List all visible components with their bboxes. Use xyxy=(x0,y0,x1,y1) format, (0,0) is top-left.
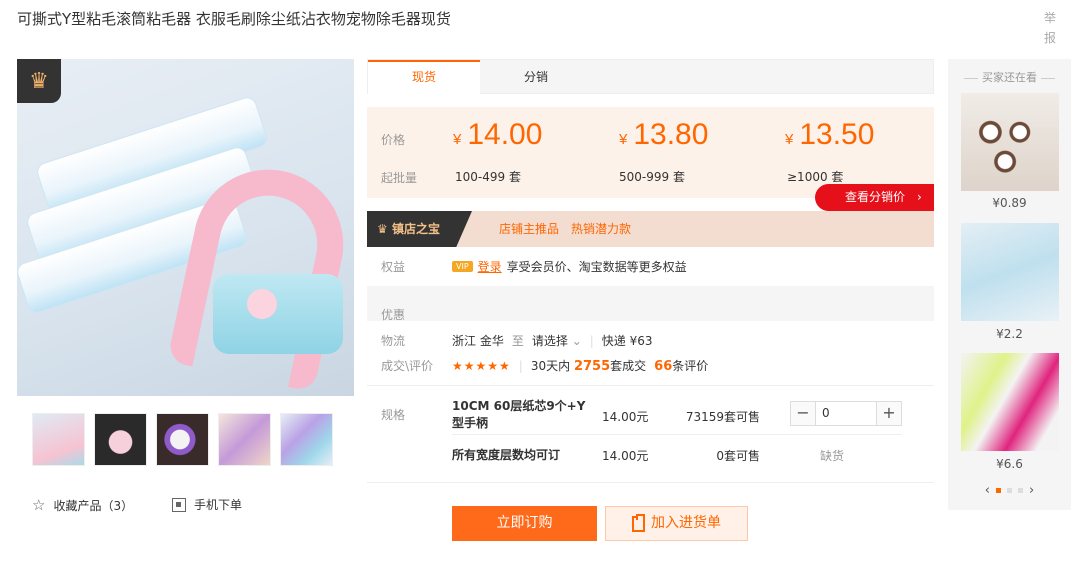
logistics-label: 物流 xyxy=(381,334,406,348)
chevron-down-icon: ⌄ xyxy=(571,334,582,348)
rail-price-1: ¥0.89 xyxy=(992,196,1027,210)
product-roller-image xyxy=(213,274,343,354)
rail-product-image-2[interactable] xyxy=(961,223,1059,321)
spec-name-2: 所有宽度层数均可订 xyxy=(452,448,561,462)
pager-dot[interactable] xyxy=(1018,488,1023,493)
rail-product-image-1[interactable] xyxy=(961,93,1059,191)
deal-count: 30天内 2755套成交 xyxy=(530,359,647,374)
main-product-image[interactable]: ♛ xyxy=(17,59,354,396)
spec-name-1: 10CM 60层纸芯9个+Y型手柄 xyxy=(452,399,586,430)
thumbnail-2[interactable] xyxy=(94,413,147,466)
reviews-row: ★★★★★ | 30天内 2755套成交 66条评价 xyxy=(452,357,708,375)
pager-dot-active[interactable] xyxy=(996,488,1001,493)
minus-button[interactable]: − xyxy=(791,402,815,425)
destination-select[interactable]: 请选择 ⌄ xyxy=(532,332,582,349)
spec-price-1: 14.00元 xyxy=(602,410,649,424)
qty-range-2: 500-999 套 xyxy=(619,170,685,184)
promo-band xyxy=(367,286,934,321)
ship-from: 浙江 金华 xyxy=(452,334,504,348)
out-of-stock-label: 缺货 xyxy=(820,449,845,463)
view-distribution-price-button[interactable]: 查看分销价 › xyxy=(815,184,934,211)
price-label: 价格 xyxy=(381,133,406,147)
to-word: 至 xyxy=(511,334,524,348)
mobile-order-button[interactable]: 手机下单 xyxy=(172,496,242,513)
thumbnail-4[interactable] xyxy=(218,413,271,466)
plus-button[interactable]: + xyxy=(877,402,901,425)
page-title: 可撕式Y型粘毛滚筒粘毛器 衣服毛刷除尘纸沾衣物宠物除毛器现货 xyxy=(17,10,451,28)
rail-price-2: ¥2.2 xyxy=(996,327,1023,341)
rail-title: 买家还在看 xyxy=(948,69,1071,85)
clipboard-icon xyxy=(632,513,645,532)
star-outline-icon: ☆ xyxy=(32,496,46,514)
moq-label: 起批量 xyxy=(381,171,418,185)
spec-label: 规格 xyxy=(381,408,406,422)
treasure-text: 店铺主推品 热销潜力款 xyxy=(499,222,632,236)
rail-product-image-3[interactable] xyxy=(961,353,1059,451)
report-link[interactable]: 举报 xyxy=(1043,8,1057,48)
rights-text: 享受会员价、淘宝数据等更多权益 xyxy=(506,260,687,274)
crown-icon: ♛ xyxy=(17,59,61,103)
order-now-button[interactable]: 立即订购 xyxy=(452,506,597,541)
vip-badge: VIP xyxy=(452,261,473,272)
spec-stock-2: 0套可售 xyxy=(716,449,760,463)
price-tier-2: ¥13.80 xyxy=(619,118,709,151)
section-divider xyxy=(367,385,934,386)
spec-price-2: 14.00元 xyxy=(602,449,649,463)
shop-treasure-banner: ♛ 镇店之宝 店铺主推品 热销潜力款 xyxy=(367,211,934,247)
add-to-cart-label: 加入进货单 xyxy=(651,515,721,531)
add-to-cart-button[interactable]: 加入进货单 xyxy=(605,506,748,541)
tab-bar: 现货 分销 xyxy=(367,59,934,94)
favorite-label: 收藏产品（3） xyxy=(53,498,134,513)
rail-price-3: ¥6.6 xyxy=(996,457,1023,471)
product-decoration xyxy=(247,289,277,319)
price-tier-3: ¥13.50 xyxy=(785,118,875,151)
rail-pager: ‹ › xyxy=(948,483,1071,498)
tab-distribution[interactable]: 分销 xyxy=(480,60,592,94)
qr-code-icon xyxy=(172,497,186,512)
chevron-left-icon[interactable]: ‹ xyxy=(985,483,990,498)
mobile-order-label: 手机下单 xyxy=(194,498,243,512)
favorite-button[interactable]: ☆ 收藏产品（3） xyxy=(32,496,133,514)
thumbnail-3[interactable] xyxy=(156,413,209,466)
pager-dot[interactable] xyxy=(1007,488,1012,493)
review-count-link[interactable]: 66条评价 xyxy=(654,357,708,374)
tab-spot[interactable]: 现货 xyxy=(368,60,480,94)
logistics-row: 浙江 金华 至 请选择 ⌄ | 快递 ¥63 xyxy=(452,332,653,349)
login-link[interactable]: 登录 xyxy=(478,258,502,275)
promo-label: 优惠 xyxy=(381,308,406,322)
chevron-right-icon[interactable]: › xyxy=(1029,483,1034,498)
row-divider xyxy=(452,434,902,435)
rating-stars-icon: ★★★★★ xyxy=(452,358,511,373)
shipping-fee: 快递 ¥63 xyxy=(601,334,653,348)
qty-range-3: ≥1000 套 xyxy=(787,170,844,184)
also-viewed-rail: 买家还在看 ¥0.89 ¥2.2 ¥6.6 ‹ › xyxy=(948,59,1071,510)
section-divider xyxy=(367,482,934,483)
spec-stock-1: 73159套可售 xyxy=(685,410,760,424)
quantity-stepper[interactable]: − 0 + xyxy=(790,401,902,426)
qty-range-1: 100-499 套 xyxy=(455,170,521,184)
divider: | xyxy=(518,358,523,373)
thumbnail-1[interactable] xyxy=(32,413,85,466)
divider: | xyxy=(589,333,594,348)
thumbnail-5[interactable] xyxy=(280,413,333,466)
treasure-tag: ♛ 镇店之宝 xyxy=(367,211,472,247)
rights-label: 权益 xyxy=(381,260,406,274)
quantity-input[interactable]: 0 xyxy=(815,402,877,425)
price-tier-1: ¥14.00 xyxy=(453,118,543,151)
rights-row: VIP 登录 享受会员价、淘宝数据等更多权益 xyxy=(452,258,687,275)
reviews-label: 成交\评价 xyxy=(381,359,434,373)
